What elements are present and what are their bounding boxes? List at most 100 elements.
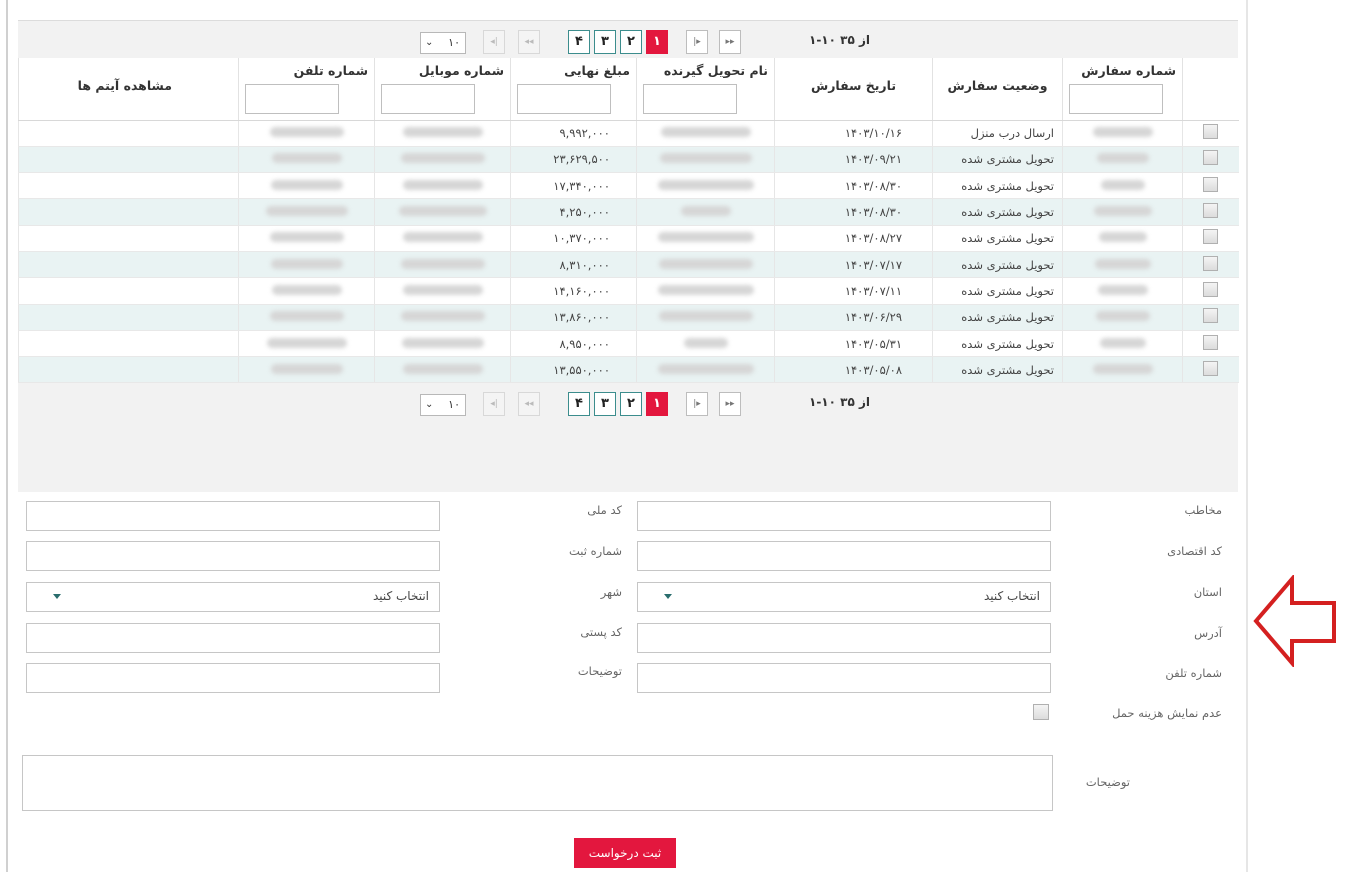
order-status-cell: تحویل مشتری شده [932,146,1063,174]
next-page-button[interactable]: ▸| [686,392,708,416]
prev-page-button[interactable]: ◂◂ [518,392,540,416]
mobile-cell [374,225,511,252]
prev-page-button[interactable]: ◂◂ [518,30,540,54]
economic-code-field[interactable] [637,541,1051,571]
page-2-button[interactable]: ۲ [620,392,642,416]
mobile-cell [374,120,511,147]
mobile-cell [374,146,511,174]
row-checkbox[interactable] [1203,360,1219,376]
order-status-cell: تحویل مشتری شده [932,304,1063,331]
table-row[interactable]: تحویل مشتری شده ۱۴۰۳/۰۸/۳۰ ۴,۲۵۰,۰۰۰ [18,198,1239,226]
phone-filter[interactable] [245,84,339,115]
page-size-select[interactable]: ۱۰ ⌄ [420,394,466,416]
table-row[interactable]: تحویل مشتری شده ۱۴۰۳/۰۷/۱۷ ۸,۳۱۰,۰۰۰ [18,251,1239,279]
city-select[interactable]: انتخاب کنید [26,582,440,612]
table-row[interactable]: تحویل مشتری شده ۱۴۰۳/۰۵/۰۸ ۱۳,۵۵۰,۰۰۰ [18,356,1239,384]
redacted-text [680,206,731,217]
submit-request-button[interactable]: ثبت درخواست [574,838,676,868]
view-items-cell[interactable] [18,146,239,174]
final-amount-cell: ۱۳,۸۶۰,۰۰۰ [510,304,637,331]
order-date-cell: ۱۴۰۳/۰۵/۳۱ [774,330,933,358]
phone-field[interactable] [637,663,1051,693]
postal-code-field[interactable] [26,623,440,653]
row-checkbox[interactable] [1203,203,1219,219]
view-items-cell[interactable] [18,277,239,305]
row-checkbox[interactable] [1203,150,1219,166]
recipient-filter[interactable] [643,84,737,115]
first-page-button[interactable]: |◂ [483,392,505,416]
order-number-cell [1062,172,1183,200]
view-items-cell[interactable] [18,356,239,384]
order-date: ۱۴۰۳/۰۵/۰۸ [844,362,902,377]
order-status-cell: تحویل مشتری شده [932,251,1063,279]
order-date: ۱۴۰۳/۰۵/۳۱ [844,336,902,351]
order-number-cell [1062,277,1183,305]
last-page-button[interactable]: ▸▸ [719,30,741,54]
page-3-button[interactable]: ۳ [594,392,616,416]
mobile-filter[interactable] [381,84,475,115]
redacted-text [270,258,343,269]
table-row[interactable]: تحویل مشتری شده ۱۴۰۳/۰۸/۳۰ ۱۷,۳۴۰,۰۰۰ [18,172,1239,200]
final-amount-cell: ۱۷,۳۴۰,۰۰۰ [510,172,637,200]
national-code-field[interactable] [26,501,440,531]
first-page-button[interactable]: |◂ [483,30,505,54]
order-status: ارسال درب منزل [970,126,1054,141]
redacted-text [1094,258,1151,269]
view-items-cell[interactable] [18,172,239,200]
row-checkbox[interactable] [1203,281,1219,297]
redacted-text [401,337,484,348]
hide-shipping-checkbox[interactable] [1033,704,1049,720]
page-2-button[interactable]: ۲ [620,30,642,54]
redacted-text [658,311,753,322]
row-checkbox[interactable] [1203,176,1219,192]
row-checkbox[interactable] [1203,229,1219,245]
row-checkbox[interactable] [1203,308,1219,324]
redacted-text [398,206,487,217]
page-size-select[interactable]: ۱۰ ⌄ [420,32,466,54]
table-row[interactable]: تحویل مشتری شده ۱۴۰۳/۰۹/۲۱ ۲۳,۶۲۹,۵۰۰ [18,146,1239,174]
registration-field[interactable] [26,541,440,571]
address-field[interactable] [637,623,1051,653]
view-items-cell[interactable] [18,304,239,331]
page-size-value: ۱۰ [448,36,460,49]
table-row[interactable]: ارسال درب منزل ۱۴۰۳/۱۰/۱۶ ۹,۹۹۲,۰۰۰ [18,120,1239,147]
row-checkbox[interactable] [1203,124,1219,140]
contact-label: مخاطب [1184,503,1222,517]
province-select[interactable]: انتخاب کنید [637,582,1051,612]
phone-cell [238,277,375,305]
notes-textarea[interactable] [22,755,1053,811]
city-select-value: انتخاب کنید [372,589,429,603]
redacted-text [1099,337,1146,348]
final-amount-filter[interactable] [517,84,611,115]
phone-cell [238,146,375,174]
order-date: ۱۴۰۳/۰۸/۳۰ [844,178,902,193]
redacted-text [1100,179,1145,190]
page-3-button[interactable]: ۳ [594,30,616,54]
order-number-cell [1062,146,1183,174]
order-number-cell [1062,356,1183,384]
page-1-button[interactable]: ۱ [646,30,668,54]
table-row[interactable]: تحویل مشتری شده ۱۴۰۳/۰۸/۲۷ ۱۰,۳۷۰,۰۰۰ [18,225,1239,252]
row-checkbox[interactable] [1203,334,1219,350]
view-items-cell[interactable] [18,120,239,147]
table-row[interactable]: تحویل مشتری شده ۱۴۰۳/۰۵/۳۱ ۸,۹۵۰,۰۰۰ [18,330,1239,358]
page-1-button[interactable]: ۱ [646,392,668,416]
page-4-button[interactable]: ۴ [568,30,590,54]
last-page-button[interactable]: ▸▸ [719,392,741,416]
order-number-filter[interactable] [1069,84,1163,115]
table-row[interactable]: تحویل مشتری شده ۱۴۰۳/۰۷/۱۱ ۱۴,۱۶۰,۰۰۰ [18,277,1239,305]
notes-small-field[interactable] [26,663,440,693]
final-amount: ۸,۹۵۰,۰۰۰ [559,336,610,351]
next-page-button[interactable]: ▸| [686,30,708,54]
table-row[interactable]: تحویل مشتری شده ۱۴۰۳/۰۶/۲۹ ۱۳,۸۶۰,۰۰۰ [18,304,1239,331]
view-items-cell[interactable] [18,251,239,279]
view-items-cell[interactable] [18,330,239,358]
final-amount: ۱۷,۳۴۰,۰۰۰ [553,178,610,193]
contact-field[interactable] [637,501,1051,531]
page-4-button[interactable]: ۴ [568,392,590,416]
view-items-cell[interactable] [18,198,239,226]
mobile-cell [374,198,511,226]
row-checkbox[interactable] [1203,255,1219,271]
view-items-cell[interactable] [18,225,239,252]
redacted-text [1095,311,1150,322]
